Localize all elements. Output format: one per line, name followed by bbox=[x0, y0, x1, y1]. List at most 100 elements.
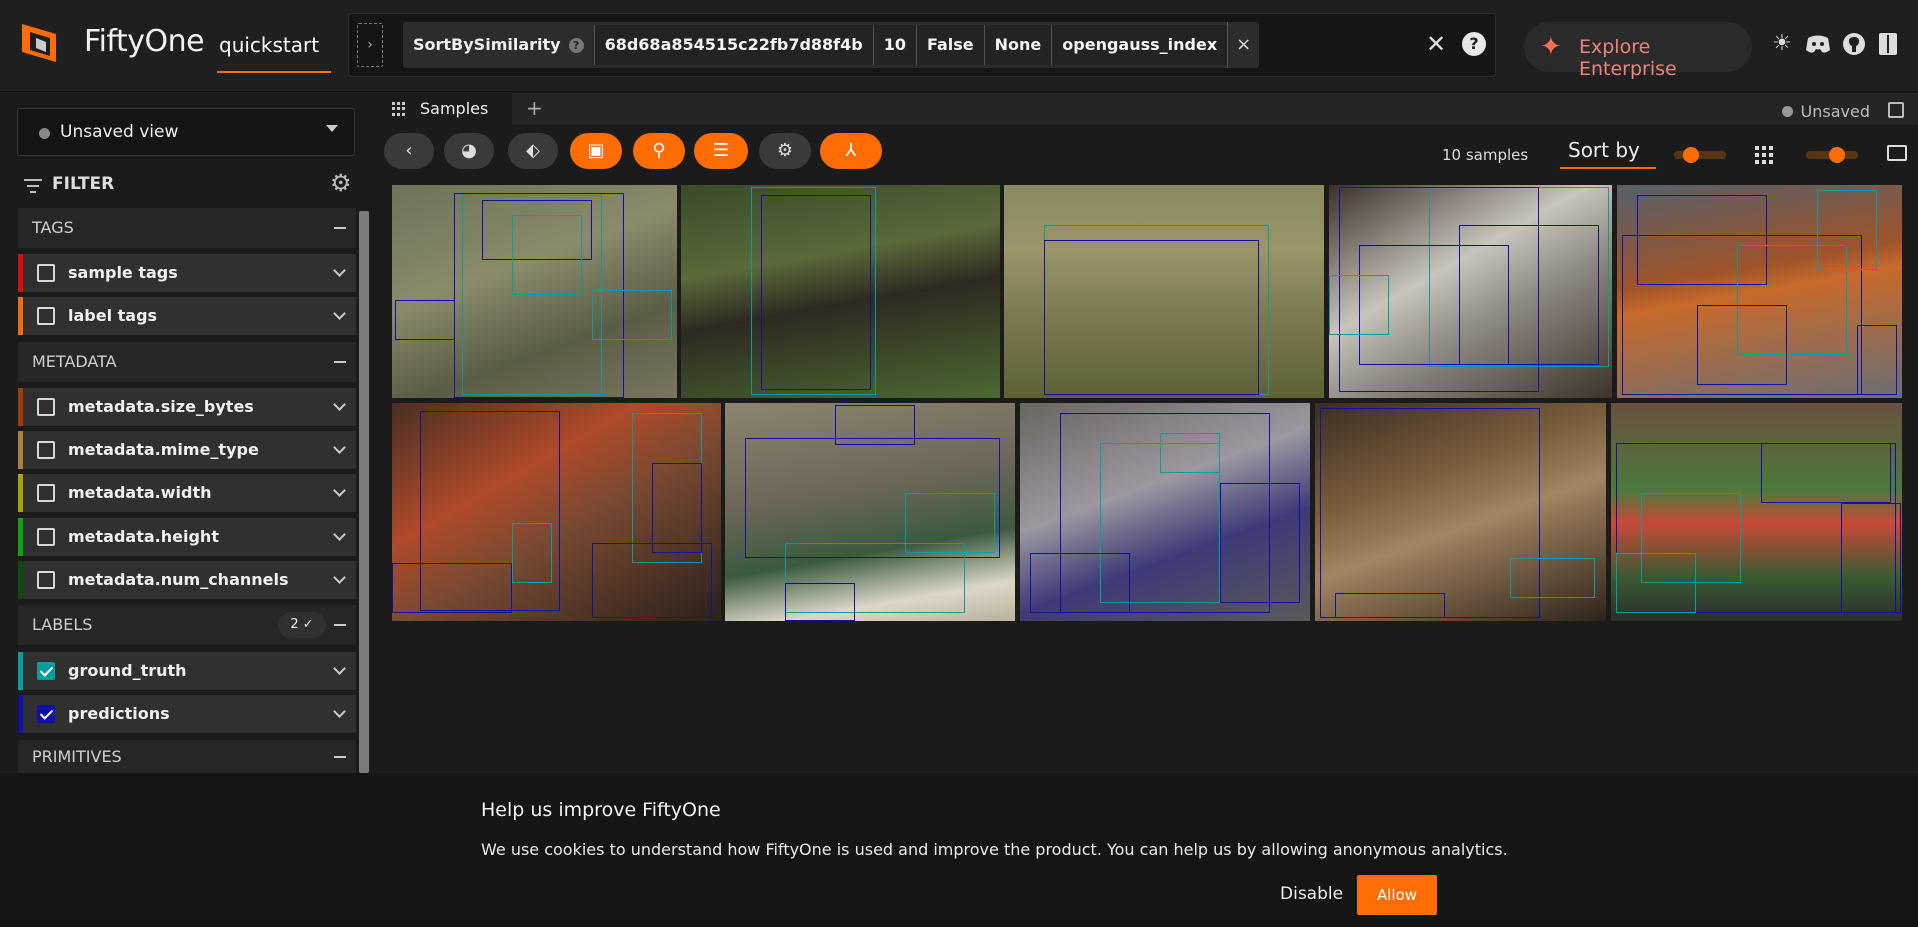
back-button[interactable]: ‹ bbox=[384, 133, 434, 169]
sample-tile[interactable] bbox=[1020, 403, 1310, 621]
grid-layout-icon[interactable] bbox=[1755, 146, 1773, 164]
prediction-box bbox=[785, 583, 855, 621]
prediction-box bbox=[392, 563, 512, 613]
sample-tile[interactable] bbox=[1329, 185, 1612, 398]
chevron-down-icon[interactable] bbox=[333, 571, 346, 584]
field-metadata-num-channels[interactable]: metadata.num_channels bbox=[18, 561, 356, 599]
sample-tile[interactable] bbox=[725, 403, 1015, 621]
sidebar: Unsaved view FILTER ⚙ TAGS sample tags l… bbox=[0, 93, 372, 773]
ground-truth-box bbox=[1510, 558, 1595, 598]
discord-icon[interactable] bbox=[1804, 30, 1832, 58]
field-checkbox[interactable] bbox=[37, 705, 55, 723]
zoom-slider[interactable] bbox=[1674, 147, 1726, 163]
stage-arg-reverse[interactable]: False bbox=[915, 25, 984, 65]
field-metadata-height[interactable]: metadata.height bbox=[18, 518, 356, 556]
stage-arg-query[interactable]: 68d68a854515c22fb7d88f4b bbox=[593, 25, 873, 65]
field-checkbox[interactable] bbox=[37, 441, 55, 459]
prediction-box bbox=[1761, 443, 1891, 503]
sidebar-scrollbar[interactable] bbox=[359, 211, 369, 773]
field-checkbox[interactable] bbox=[37, 571, 55, 589]
field-checkbox[interactable] bbox=[37, 307, 55, 325]
chevron-down-icon[interactable] bbox=[333, 264, 346, 277]
sort-by-select[interactable]: Sort by bbox=[1560, 133, 1656, 169]
grid-size-slider[interactable] bbox=[1806, 147, 1858, 163]
ground-truth-box bbox=[592, 290, 672, 340]
section-labels[interactable]: LABELS 2 ✓ bbox=[18, 605, 356, 645]
field-metadata-width[interactable]: metadata.width bbox=[18, 474, 356, 512]
dataset-name: quickstart bbox=[219, 33, 320, 57]
sample-tile[interactable] bbox=[392, 185, 677, 398]
field-checkbox[interactable] bbox=[37, 484, 55, 502]
color-palette-icon[interactable]: ◕ bbox=[444, 133, 494, 169]
field-checkbox[interactable] bbox=[37, 398, 55, 416]
fiftyone-logo-icon[interactable] bbox=[16, 18, 66, 68]
allow-button[interactable]: Allow bbox=[1357, 875, 1437, 915]
sample-tile[interactable] bbox=[681, 185, 1000, 398]
filter-header: FILTER bbox=[22, 171, 358, 201]
sample-tile[interactable] bbox=[1004, 185, 1324, 398]
section-tags[interactable]: TAGS bbox=[18, 208, 356, 248]
prediction-box bbox=[761, 195, 871, 390]
section-metadata[interactable]: METADATA bbox=[18, 342, 356, 382]
dataset-selector[interactable]: quickstart bbox=[217, 25, 331, 73]
field-metadata-size-bytes[interactable]: metadata.size_bytes bbox=[18, 388, 356, 426]
chevron-down-icon[interactable] bbox=[333, 307, 346, 320]
field-ground-truth[interactable]: ground_truth bbox=[18, 652, 356, 690]
sidebar-settings-gear-icon[interactable]: ⚙ bbox=[330, 169, 352, 197]
grid-size-slider-knob[interactable] bbox=[1829, 147, 1846, 163]
field-predictions[interactable]: predictions bbox=[18, 695, 356, 733]
zoom-slider-knob[interactable] bbox=[1683, 147, 1699, 163]
filter-icon bbox=[22, 175, 44, 193]
add-panel-icon[interactable]: + bbox=[526, 96, 543, 120]
sample-tile[interactable] bbox=[1617, 185, 1902, 398]
disable-button[interactable]: Disable bbox=[1280, 884, 1343, 904]
similarity-search-icon[interactable]: ⚲ bbox=[633, 133, 685, 169]
chevron-down-icon[interactable] bbox=[333, 528, 346, 541]
chevron-down-icon[interactable] bbox=[333, 662, 346, 675]
settings-gear-icon[interactable]: ⚙ bbox=[759, 133, 811, 169]
stage-arg-brain-key[interactable]: opengauss_index bbox=[1051, 25, 1228, 65]
sparkle-icon: ✦ bbox=[1540, 32, 1562, 62]
sample-tile[interactable] bbox=[1315, 403, 1606, 621]
chevron-down-icon[interactable] bbox=[333, 484, 346, 497]
chevron-down-icon[interactable] bbox=[333, 398, 346, 411]
docs-icon[interactable] bbox=[1874, 30, 1902, 58]
github-icon[interactable] bbox=[1840, 30, 1868, 58]
help-icon[interactable]: ? bbox=[1462, 32, 1486, 56]
sample-tile[interactable] bbox=[392, 403, 721, 621]
field-sample-tags[interactable]: sample tags bbox=[18, 254, 356, 292]
stage-help-icon[interactable]: ? bbox=[568, 37, 584, 53]
field-checkbox[interactable] bbox=[37, 264, 55, 282]
tab-samples[interactable]: Samples bbox=[374, 93, 512, 125]
field-label-tags[interactable]: label tags bbox=[18, 297, 356, 335]
collapse-icon[interactable] bbox=[334, 361, 346, 363]
sample-tile[interactable] bbox=[1611, 403, 1902, 621]
clear-view-icon[interactable]: ✕ bbox=[1426, 30, 1446, 58]
collapse-icon[interactable] bbox=[334, 624, 346, 626]
list-view-icon[interactable]: ☰ bbox=[694, 133, 748, 169]
collapse-icon[interactable] bbox=[334, 756, 346, 758]
caption-icon[interactable] bbox=[1887, 145, 1907, 161]
field-checkbox[interactable] bbox=[37, 662, 55, 680]
field-metadata-mime-type[interactable]: metadata.mime_type bbox=[18, 431, 356, 469]
view-stage-sort-by-similarity[interactable]: SortBySimilarity ? 68d68a854515c22fb7d88… bbox=[403, 22, 1260, 68]
labels-count-badge[interactable]: 2 ✓ bbox=[278, 612, 326, 638]
stage-arg-k[interactable]: 10 bbox=[872, 25, 916, 65]
chevron-down-icon[interactable] bbox=[333, 441, 346, 454]
remove-stage-icon[interactable]: × bbox=[1227, 22, 1259, 68]
field-checkbox[interactable] bbox=[37, 528, 55, 546]
merge-icon[interactable]: ⅄ bbox=[820, 133, 882, 169]
chevron-down-icon[interactable] bbox=[333, 705, 346, 718]
add-stage-before-icon[interactable]: › bbox=[357, 23, 383, 67]
split-panel-icon[interactable] bbox=[1888, 102, 1904, 118]
section-primitives[interactable]: PRIMITIVES bbox=[18, 740, 356, 773]
saved-views-select[interactable]: Unsaved view bbox=[17, 108, 355, 156]
theme-toggle-icon[interactable]: ☀ bbox=[1768, 30, 1796, 58]
prediction-box bbox=[1044, 240, 1259, 395]
stage-arg-dist-field[interactable]: None bbox=[983, 25, 1052, 65]
patches-icon[interactable]: ▣ bbox=[570, 133, 622, 169]
tag-icon[interactable]: ⬖ bbox=[508, 133, 558, 169]
explore-enterprise-button[interactable]: ✦ Explore Enterprise bbox=[1524, 22, 1752, 80]
collapse-icon[interactable] bbox=[334, 227, 346, 229]
field-label: sample tags bbox=[68, 263, 178, 282]
